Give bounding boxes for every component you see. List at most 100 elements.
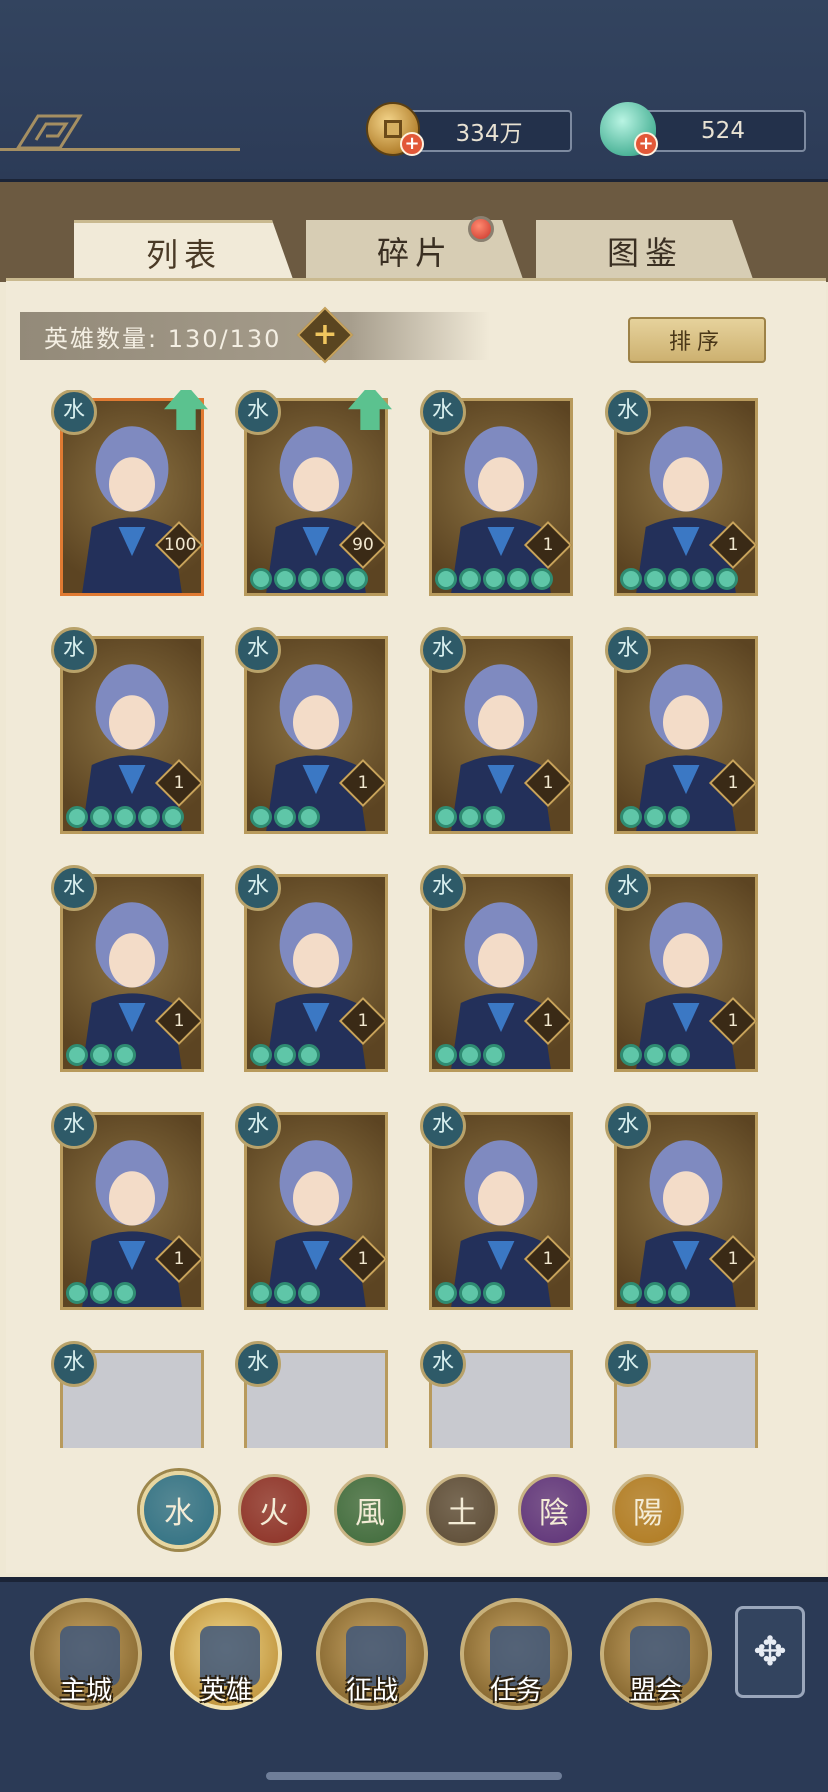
jade-star-icon <box>435 806 457 828</box>
hero-level: 1 <box>727 773 739 793</box>
water-element-icon: 水 <box>420 627 466 673</box>
hero-card[interactable]: 水 <box>51 1341 204 1448</box>
hero-card[interactable]: 水 90 <box>235 390 392 596</box>
jade-star-icon <box>298 1282 320 1304</box>
water-element-icon: 水 <box>420 865 466 911</box>
jade-star-icon <box>274 1044 296 1066</box>
element-filter-5[interactable]: 陽 <box>612 1474 684 1546</box>
nav-city[interactable]: 主城 <box>30 1598 142 1728</box>
jade-star-icon <box>459 806 481 828</box>
jade-star-icon <box>459 568 481 590</box>
jade-star-icon <box>138 806 160 828</box>
notification-dot <box>468 216 494 242</box>
hero-card[interactable]: 水1 <box>605 390 758 596</box>
tab-codex[interactable]: 图鉴 <box>536 220 754 282</box>
hero-star-rating <box>66 806 184 828</box>
jade-star-icon <box>507 568 529 590</box>
nav-alliance[interactable]: 盟会 <box>600 1598 712 1728</box>
element-filter-1[interactable]: 火 <box>238 1474 310 1546</box>
hero-card[interactable]: 水1 <box>420 1103 573 1310</box>
hero-level: 1 <box>542 535 554 555</box>
jade-star-icon <box>66 1044 88 1066</box>
jade-star-icon <box>483 568 505 590</box>
top-bar: 334万 + 524 + <box>0 0 828 182</box>
hero-card[interactable]: 水 100 <box>51 390 208 596</box>
nav-quest[interactable]: 任务 <box>460 1598 572 1728</box>
tab-list[interactable]: 列表 <box>74 220 294 282</box>
jade-star-icon <box>668 806 690 828</box>
add-shells-button[interactable]: + <box>634 132 658 156</box>
hero-card[interactable]: 水 <box>420 1341 573 1448</box>
hero-card[interactable]: 水1 <box>605 1103 758 1310</box>
water-element-icon: 水 <box>235 865 281 911</box>
add-coins-button[interactable]: + <box>400 132 424 156</box>
nav-heroes-label: 英雄 <box>199 1676 252 1706</box>
hero-star-rating <box>620 806 690 828</box>
jade-star-icon <box>692 568 714 590</box>
water-element-icon: 水 <box>605 1103 651 1149</box>
coin-counter[interactable]: 334万 + <box>366 102 572 156</box>
hero-card[interactable]: 水1 <box>235 1103 388 1310</box>
water-element-icon: 水 <box>420 1341 466 1387</box>
hero-star-rating <box>250 1044 320 1066</box>
water-element-icon: 水 <box>605 390 651 435</box>
water-element-icon: 水 <box>51 1103 97 1149</box>
hero-card[interactable]: 水1 <box>605 865 758 1072</box>
water-element-icon: 水 <box>605 627 651 673</box>
hero-star-rating <box>66 1044 136 1066</box>
sort-button[interactable]: 排序 <box>628 317 766 363</box>
jade-star-icon <box>435 1282 457 1304</box>
nav-battle-label: 征战 <box>345 1676 398 1706</box>
jade-star-icon <box>716 568 738 590</box>
hero-card[interactable]: 水1 <box>235 865 388 1072</box>
jade-star-icon <box>644 1044 666 1066</box>
element-filter-0[interactable]: 水 <box>140 1471 218 1549</box>
bottom-nav: 主城 英雄 征战 任务 盟会 ✥ <box>0 1577 828 1792</box>
hero-card[interactable]: 水1 <box>51 627 204 834</box>
nav-battle[interactable]: 征战 <box>316 1598 428 1728</box>
jade-star-icon <box>435 1044 457 1066</box>
jade-star-icon <box>90 1282 112 1304</box>
water-element-icon: 水 <box>51 865 97 911</box>
water-element-icon: 水 <box>420 1103 466 1149</box>
hero-level: 1 <box>542 773 554 793</box>
hero-level: 100 <box>164 535 197 555</box>
hero-card[interactable]: 水 <box>605 1341 758 1448</box>
hero-star-rating <box>435 1282 505 1304</box>
hero-card[interactable]: 水 <box>235 1341 388 1448</box>
hero-card[interactable]: 水1 <box>51 1103 204 1310</box>
jade-star-icon <box>644 1282 666 1304</box>
jade-star-icon <box>620 568 642 590</box>
water-element-icon: 水 <box>235 1103 281 1149</box>
shell-counter[interactable]: 524 + <box>600 102 806 156</box>
hero-level: 1 <box>357 1011 369 1031</box>
nav-city-label: 主城 <box>59 1676 112 1706</box>
more-menu-button[interactable]: ✥ <box>735 1606 805 1698</box>
nav-heroes[interactable]: 英雄 <box>170 1598 282 1728</box>
hero-card[interactable]: 水1 <box>235 627 388 834</box>
jade-star-icon <box>668 1282 690 1304</box>
element-filter-3[interactable]: 土 <box>426 1474 498 1546</box>
hero-card[interactable]: 水1 <box>605 627 758 834</box>
jade-star-icon <box>66 806 88 828</box>
nav-quest-label: 任务 <box>489 1676 542 1706</box>
element-filter-2[interactable]: 風 <box>334 1474 406 1546</box>
hero-card[interactable]: 水1 <box>51 865 204 1072</box>
hero-card[interactable]: 水1 <box>420 390 573 596</box>
jade-star-icon <box>620 1282 642 1304</box>
jade-star-icon <box>483 1282 505 1304</box>
header-divider <box>0 148 240 151</box>
water-element-icon: 水 <box>51 1341 97 1387</box>
jade-star-icon <box>644 806 666 828</box>
jade-star-icon <box>274 1282 296 1304</box>
hero-star-rating <box>250 1282 320 1304</box>
hero-level: 1 <box>357 1249 369 1269</box>
jade-star-icon <box>483 1044 505 1066</box>
jade-star-icon <box>114 1044 136 1066</box>
hero-level: 1 <box>542 1249 554 1269</box>
hero-card[interactable]: 水1 <box>420 865 573 1072</box>
element-filter-4[interactable]: 陰 <box>518 1474 590 1546</box>
jade-star-icon <box>250 568 272 590</box>
hero-card[interactable]: 水1 <box>420 627 573 834</box>
hero-level: 1 <box>357 773 369 793</box>
